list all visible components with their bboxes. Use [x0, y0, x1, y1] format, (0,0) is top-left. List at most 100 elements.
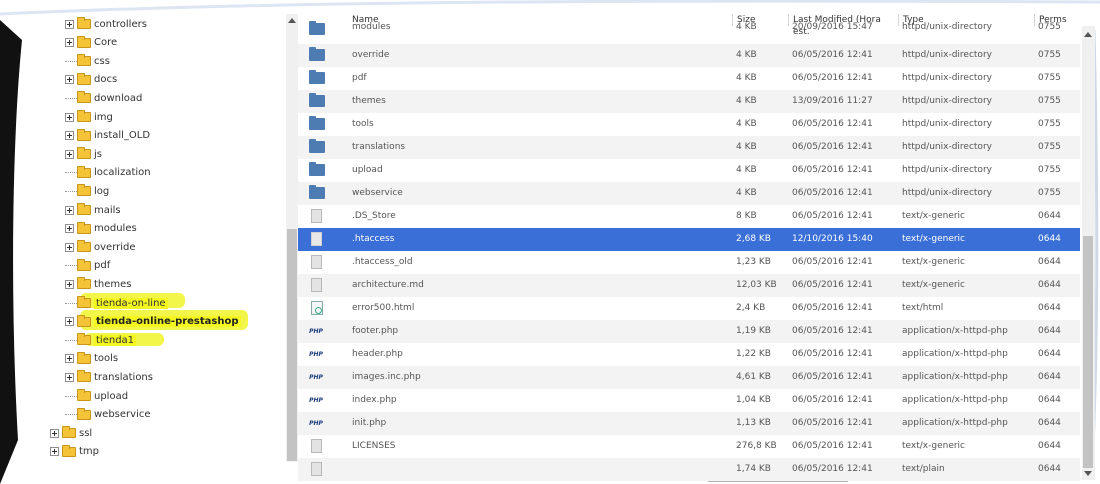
tree-item[interactable]: docs [65, 71, 117, 89]
table-row[interactable]: .htaccess 2,68 KB 12/10/2016 15:40 text/x-g… [298, 228, 1080, 251]
expand-plus-icon[interactable] [50, 447, 59, 457]
folder-icon [77, 203, 91, 215]
cell-modified: 06/05/2016 12:41 [792, 464, 873, 474]
expand-plus-icon[interactable] [65, 354, 74, 364]
tree-item[interactable]: upload [65, 387, 128, 405]
cell-size: 1,04 KB [736, 395, 771, 405]
tree-item-label: localization [94, 167, 151, 179]
table-row[interactable]: translations 4 KB 06/05/2016 12:41 httpd/un… [298, 136, 1080, 159]
tree-item-label: pdf [94, 260, 111, 272]
folder-icon [62, 444, 76, 457]
table-row[interactable]: webservice 4 KB 06/05/2016 12:41 httpd/unix… [298, 182, 1080, 205]
table-row[interactable]: PHP header.php 1,22 KB 06/05/2016 12:41 appl… [298, 343, 1080, 366]
scroll-up-arrow-icon[interactable] [288, 18, 296, 23]
tree-item[interactable]: ssl [50, 424, 92, 442]
table-row[interactable]: .DS_Store 8 KB 06/05/2016 12:41 text/x-gene… [298, 205, 1080, 228]
tree-scrollbar-thumb[interactable] [287, 229, 297, 461]
expand-plus-icon[interactable] [65, 149, 74, 159]
cell-size: 4 KB [736, 119, 757, 129]
expand-plus-icon[interactable] [65, 38, 74, 48]
folder-icon [77, 184, 91, 197]
folder-icon [77, 370, 91, 383]
folder-icon [77, 221, 91, 234]
cell-type: httpd/unix-directory [902, 119, 992, 129]
folder-icon [77, 296, 91, 308]
tree-item-label: mails [94, 204, 121, 216]
folder-icon [77, 147, 91, 160]
folder-icon [77, 333, 91, 346]
table-row[interactable]: PHP footer.php 1,19 KB 06/05/2016 12:41 appl… [298, 320, 1080, 343]
table-row[interactable]: upload 4 KB 06/05/2016 12:41 httpd/unix-dir… [298, 159, 1080, 182]
cell-size: 8 KB [736, 211, 757, 221]
scroll-up-arrow-icon[interactable] [1084, 32, 1092, 37]
table-row[interactable]: LICENSES 276,8 KB 06/05/2016 12:41 text/x-g… [298, 435, 1080, 458]
expand-plus-icon[interactable] [65, 317, 74, 327]
text-file-icon [311, 232, 322, 246]
tree-item-label: translations [94, 371, 153, 383]
php-file-icon: PHP [309, 351, 323, 358]
scroll-down-arrow-icon[interactable] [1084, 471, 1092, 476]
table-row[interactable]: PHP images.inc.php 4,61 KB 06/05/2016 12:41… [298, 366, 1080, 389]
expand-plus-icon[interactable] [65, 205, 74, 215]
expand-plus-icon[interactable] [65, 19, 74, 29]
expand-plus-icon[interactable] [65, 242, 74, 252]
table-row[interactable]: modules 4 KB 20/09/2016 15:47 httpd/unix-di… [298, 21, 1080, 39]
tree-item[interactable]: tmp [50, 443, 99, 461]
tree-item[interactable]: css [65, 52, 110, 70]
table-row[interactable]: tools 4 KB 06/05/2016 12:41 httpd/unix-dire… [298, 113, 1080, 136]
table-row[interactable]: 1,74 KB 06/05/2016 12:41 text/plain 0644 [298, 458, 1080, 481]
text-file-icon [311, 462, 322, 476]
cell-name: .htaccess_old [352, 257, 413, 267]
expand-plus-icon[interactable] [65, 372, 74, 382]
table-row[interactable]: .htaccess_old 1,23 KB 06/05/2016 12:41 text… [298, 251, 1080, 274]
expand-plus-icon[interactable] [65, 75, 74, 85]
expand-plus-icon[interactable] [65, 131, 74, 141]
cell-type: text/x-generic [902, 441, 966, 451]
cell-modified: 06/05/2016 12:41 [792, 211, 873, 221]
tree-item[interactable]: webservice [65, 406, 151, 424]
tree-item[interactable]: js [65, 145, 102, 163]
tree-scrollbar[interactable] [286, 14, 298, 462]
tree-item[interactable]: download [65, 89, 142, 107]
tree-item[interactable]: tienda-on-line [65, 294, 168, 312]
php-file-icon: PHP [309, 328, 323, 335]
folder-icon [309, 139, 325, 153]
tree-item-label: tienda-on-line [94, 297, 168, 309]
file-list-scrollbar-thumb[interactable] [1083, 236, 1093, 468]
tree-item[interactable]: tienda-online-prestashop [65, 313, 241, 331]
tree-item-label: img [94, 111, 113, 123]
tree-item[interactable]: tienda1 [65, 331, 137, 349]
tree-item[interactable]: Core [65, 34, 117, 52]
tree-item[interactable]: localization [65, 164, 151, 182]
cell-name: upload [352, 165, 383, 175]
tree-item[interactable]: controllers [65, 15, 147, 33]
cell-size: 12,03 KB [736, 280, 777, 290]
table-row[interactable]: themes 4 KB 13/09/2016 11:27 httpd/unix-dir… [298, 90, 1080, 113]
cell-name: footer.php [352, 326, 399, 336]
expand-plus-icon[interactable] [65, 112, 74, 122]
file-list-scrollbar[interactable] [1082, 26, 1095, 480]
tree-item[interactable]: modules [65, 220, 137, 238]
tree-item[interactable]: log [65, 182, 109, 200]
tree-item[interactable]: tools [65, 350, 118, 368]
expand-plus-icon[interactable] [65, 279, 74, 289]
tree-item[interactable]: themes [65, 275, 132, 293]
table-row[interactable]: architecture.md 12,03 KB 06/05/2016 12:41 t… [298, 274, 1080, 297]
table-row[interactable]: error500.html 2,4 KB 06/05/2016 12:41 text/… [298, 297, 1080, 320]
cell-name: .DS_Store [352, 211, 396, 221]
tree-item[interactable]: translations [65, 368, 153, 386]
tree-item[interactable]: pdf [65, 257, 110, 275]
cell-name: override [352, 50, 390, 60]
tree-item[interactable]: img [65, 108, 113, 126]
tree-connector [65, 339, 77, 341]
table-row[interactable]: pdf 4 KB 06/05/2016 12:41 httpd/unix-direct… [298, 67, 1080, 90]
cell-size: 4 KB [736, 50, 757, 60]
table-row[interactable]: PHP index.php 1,04 KB 06/05/2016 12:41 appli… [298, 389, 1080, 412]
tree-item[interactable]: install_OLD [65, 127, 150, 145]
expand-plus-icon[interactable] [65, 224, 74, 234]
tree-item[interactable]: override [65, 238, 136, 256]
table-row[interactable]: PHP init.php 1,13 KB 06/05/2016 12:41 applic… [298, 412, 1080, 435]
tree-item[interactable]: mails [65, 201, 121, 219]
table-row[interactable]: override 4 KB 06/05/2016 12:41 httpd/unix-d… [298, 44, 1080, 67]
expand-plus-icon[interactable] [50, 428, 59, 438]
